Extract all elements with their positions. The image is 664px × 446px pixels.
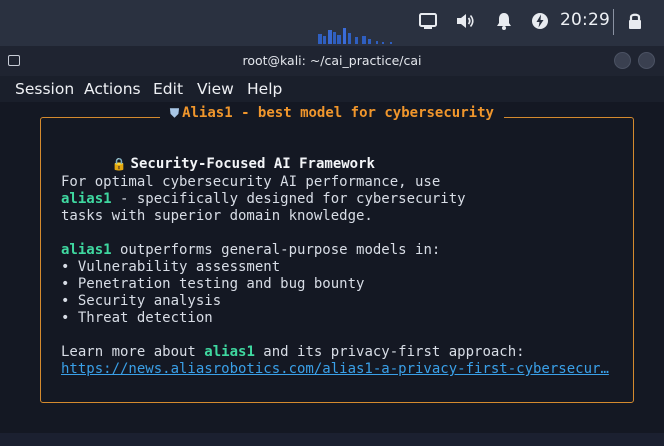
cpu-activity-graph: [318, 28, 392, 44]
para2-rest: outperforms general-purpose models in:: [111, 242, 441, 258]
window-title: root@kali: ~/cai_practice/cai: [242, 53, 422, 68]
minimize-button[interactable]: [614, 52, 631, 69]
menubar: Session Actions Edit View Help: [0, 76, 664, 102]
clock[interactable]: 20:29: [560, 10, 610, 30]
terminal-area[interactable]: ⛊ Alias1 - best model for cybersecurity 🔒…: [0, 102, 664, 446]
para1-line2: alias1 - specifically designed for cyber…: [61, 191, 466, 207]
power-icon[interactable]: [530, 11, 550, 31]
menu-actions[interactable]: Actions: [84, 80, 141, 98]
bullet-item: • Security analysis: [61, 293, 222, 309]
menu-view[interactable]: View: [197, 80, 234, 98]
menu-help[interactable]: Help: [247, 80, 282, 98]
bell-icon[interactable]: [494, 11, 514, 31]
screen-icon[interactable]: [418, 11, 438, 31]
para2-line: alias1 outperforms general-purpose model…: [61, 242, 440, 258]
tray-divider: [613, 9, 614, 35]
info-panel-title: ⛊ Alias1 - best model for cybersecurity: [0, 105, 664, 121]
learn-suffix: and its privacy-first approach:: [254, 344, 525, 360]
para1-line1: For optimal cybersecurity AI performance…: [61, 174, 441, 190]
top-panel: 20:29: [0, 0, 664, 46]
desktop-screen: 20:29 root@kali: ~/cai_practice/cai Sess…: [0, 0, 664, 446]
learn-more-line: Learn more about alias1 and its privacy-…: [61, 344, 525, 360]
panel-heading-text: Security-Focused AI Framework: [130, 156, 375, 172]
bullet-item: • Vulnerability assessment: [61, 259, 281, 275]
alias1-highlight: alias1: [61, 191, 112, 207]
lock-icon[interactable]: [625, 11, 645, 31]
terminal-bottom-bar: [0, 433, 664, 446]
shield-icon: ⛊: [170, 106, 180, 120]
alias1-article-link[interactable]: https://news.aliasrobotics.com/alias1-a-…: [61, 361, 609, 377]
alias1-highlight: alias1: [61, 242, 112, 258]
info-panel-title-text: Alias1 - best model for cybersecurity: [182, 105, 494, 121]
menu-session[interactable]: Session: [15, 80, 74, 98]
maximize-button[interactable]: [638, 52, 655, 69]
para1-line3: tasks with superior domain knowledge.: [61, 208, 373, 224]
window-titlebar[interactable]: root@kali: ~/cai_practice/cai: [0, 46, 664, 76]
menu-edit[interactable]: Edit: [153, 80, 183, 98]
volume-icon[interactable]: [455, 11, 475, 31]
bullet-item: • Threat detection: [61, 310, 213, 326]
para1-line2-rest: - specifically designed for cybersecurit…: [111, 191, 466, 207]
bullet-item: • Penetration testing and bug bounty: [61, 276, 365, 292]
alias1-highlight: alias1: [204, 344, 255, 360]
lock-emoji-icon: 🔒: [111, 157, 127, 171]
learn-prefix: Learn more about: [61, 344, 205, 360]
